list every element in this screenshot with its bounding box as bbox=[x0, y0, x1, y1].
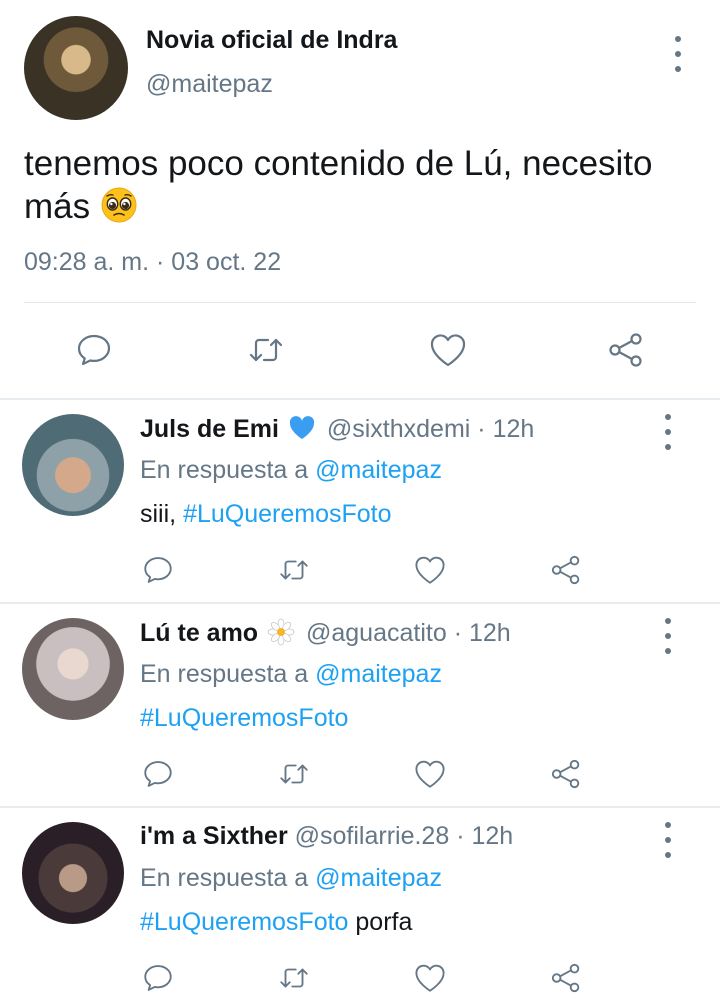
retweet-icon[interactable] bbox=[272, 956, 316, 1000]
avatar[interactable] bbox=[22, 414, 124, 516]
like-icon[interactable] bbox=[408, 956, 452, 1000]
divider bbox=[24, 302, 696, 303]
reply-tweet[interactable]: Juls de Emi @sixthxdemi · 12h En respues… bbox=[0, 400, 720, 604]
like-icon[interactable] bbox=[408, 548, 452, 592]
author-name[interactable]: Novia oficial de Indra bbox=[146, 26, 397, 55]
reply-author-handle[interactable]: @sixthxdemi bbox=[327, 415, 470, 443]
like-icon[interactable] bbox=[426, 328, 470, 372]
replying-to: En respuesta a @maitepaz bbox=[140, 456, 442, 485]
reply-tweet[interactable]: i'm a Sixther @sofilarrie.28 · 12h En re… bbox=[0, 808, 720, 1008]
reply-text: #LuQueremosFoto porfa bbox=[140, 908, 412, 937]
mention-link[interactable]: @maitepaz bbox=[315, 456, 442, 484]
author-handle[interactable]: @maitepaz bbox=[146, 70, 273, 99]
retweet-icon[interactable] bbox=[272, 752, 316, 796]
blue-heart-icon bbox=[289, 416, 315, 439]
reply-text-after: porfa bbox=[348, 908, 413, 936]
reply-author-name[interactable]: Juls de Emi bbox=[140, 415, 279, 443]
replying-to: En respuesta a @maitepaz bbox=[140, 864, 442, 893]
main-tweet: Novia oficial de Indra @maitepaz tenemos… bbox=[0, 0, 720, 400]
replying-to-label: En respuesta a bbox=[140, 660, 309, 688]
tweet-text: tenemos poco contenido de Lú, necesito m… bbox=[24, 142, 696, 228]
hashtag-link[interactable]: #LuQueremosFoto bbox=[140, 908, 348, 936]
reply-author-name[interactable]: i'm a Sixther bbox=[140, 822, 288, 850]
reply-text: #LuQueremosFoto bbox=[140, 704, 348, 733]
pleading-face-emoji bbox=[101, 187, 137, 223]
more-options-icon[interactable] bbox=[658, 822, 678, 858]
avatar[interactable] bbox=[22, 618, 124, 720]
tweet-action-bar bbox=[0, 328, 720, 372]
replying-to-label: En respuesta a bbox=[140, 864, 309, 892]
daisy-flower-icon bbox=[267, 618, 295, 646]
share-icon[interactable] bbox=[544, 956, 588, 1000]
reply-text: siii, #LuQueremosFoto bbox=[140, 500, 392, 529]
hashtag-link[interactable]: #LuQueremosFoto bbox=[140, 704, 348, 732]
reply-header: Lú te amo @aguacatito · 12h bbox=[140, 618, 511, 648]
mention-link[interactable]: @maitepaz bbox=[315, 660, 442, 688]
reply-time: · 12h bbox=[456, 822, 514, 850]
retweet-icon[interactable] bbox=[244, 328, 288, 372]
mention-link[interactable]: @maitepaz bbox=[315, 864, 442, 892]
reply-author-handle[interactable]: @sofilarrie.28 bbox=[295, 822, 450, 850]
replying-to-label: En respuesta a bbox=[140, 456, 309, 484]
reply-text-before: siii, bbox=[140, 500, 184, 528]
reply-icon[interactable] bbox=[72, 328, 116, 372]
tweet-timestamp[interactable]: 09:28 a. m. · 03 oct. 22 bbox=[24, 248, 281, 277]
reply-time: · 12h bbox=[477, 415, 535, 443]
replying-to: En respuesta a @maitepaz bbox=[140, 660, 442, 689]
share-icon[interactable] bbox=[544, 548, 588, 592]
reply-time: · 12h bbox=[453, 619, 511, 647]
reply-tweet[interactable]: Lú te amo @aguacatito · 12h En respuesta… bbox=[0, 604, 720, 808]
like-icon[interactable] bbox=[408, 752, 452, 796]
avatar[interactable] bbox=[22, 822, 124, 924]
reply-action-bar bbox=[0, 956, 720, 1000]
more-options-icon[interactable] bbox=[658, 618, 678, 654]
reply-header: Juls de Emi @sixthxdemi · 12h bbox=[140, 414, 534, 444]
retweet-icon[interactable] bbox=[272, 548, 316, 592]
share-icon[interactable] bbox=[544, 752, 588, 796]
reply-author-handle[interactable]: @aguacatito bbox=[306, 619, 447, 647]
hashtag-link[interactable]: #LuQueremosFoto bbox=[183, 500, 391, 528]
reply-author-name[interactable]: Lú te amo bbox=[140, 619, 258, 647]
reply-header: i'm a Sixther @sofilarrie.28 · 12h bbox=[140, 822, 513, 851]
reply-action-bar bbox=[0, 752, 720, 796]
more-options-icon[interactable] bbox=[658, 414, 678, 450]
reply-action-bar bbox=[0, 548, 720, 592]
reply-icon[interactable] bbox=[136, 752, 180, 796]
more-options-icon[interactable] bbox=[668, 36, 688, 72]
share-icon[interactable] bbox=[604, 328, 648, 372]
reply-icon[interactable] bbox=[136, 956, 180, 1000]
avatar[interactable] bbox=[24, 16, 128, 120]
reply-icon[interactable] bbox=[136, 548, 180, 592]
